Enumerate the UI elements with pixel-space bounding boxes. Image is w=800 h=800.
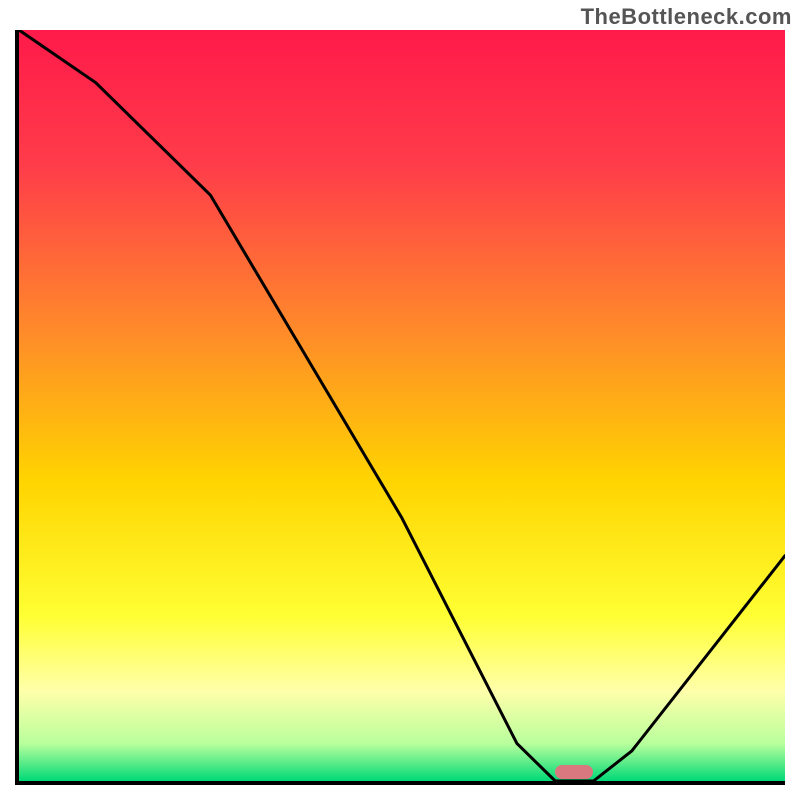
plot-area — [15, 30, 785, 785]
chart-container: TheBottleneck.com — [0, 0, 800, 800]
watermark-text: TheBottleneck.com — [581, 4, 792, 30]
optimal-point-marker — [555, 765, 593, 779]
curve-line — [19, 30, 785, 781]
